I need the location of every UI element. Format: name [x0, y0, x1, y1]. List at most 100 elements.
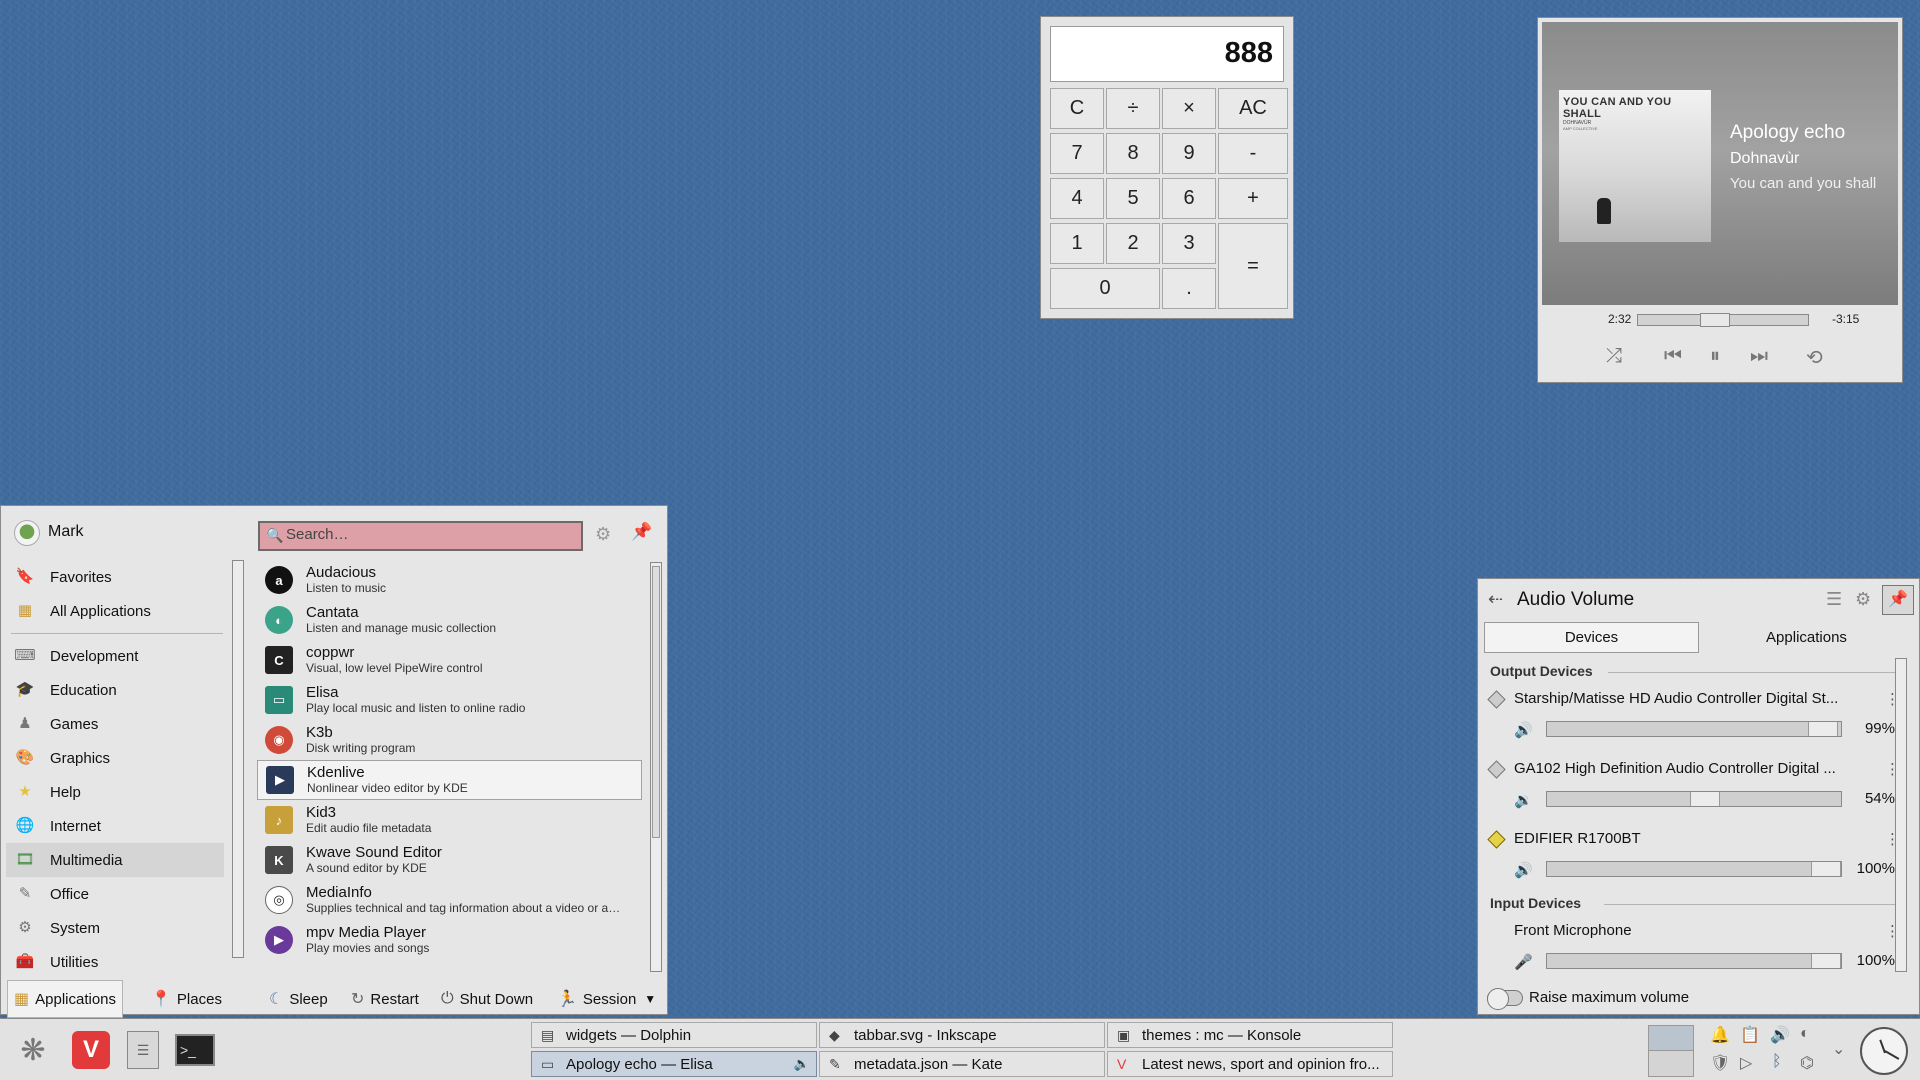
night-color-icon[interactable]: ◐ — [1800, 1025, 1810, 1043]
app-item-audacious[interactable]: a Audacious Listen to music — [257, 560, 642, 600]
calc-key-9[interactable]: 9 — [1162, 133, 1216, 174]
hamburger-menu-icon[interactable]: ☰ — [1826, 589, 1842, 610]
volume-slider[interactable] — [1546, 861, 1842, 877]
network-icon[interactable]: ⌬ — [1800, 1053, 1814, 1073]
category-graphics[interactable]: 🎨 Graphics — [6, 741, 224, 775]
app-item-mediainfo[interactable]: ◎ MediaInfo Supplies technical and tag in… — [257, 880, 642, 920]
raise-max-volume-toggle[interactable] — [1487, 988, 1523, 1010]
volume-slider[interactable] — [1546, 791, 1842, 807]
calc-key-clear[interactable]: C — [1050, 88, 1104, 129]
restart-button[interactable]: ↻ Restart — [345, 980, 425, 1018]
app-item-kid3[interactable]: ♪ Kid3 Edit audio file metadata — [257, 800, 642, 840]
calc-key-multiply[interactable]: × — [1162, 88, 1216, 129]
terminal-launcher[interactable]: >_ — [174, 1028, 216, 1072]
repeat-icon[interactable]: ⟲ — [1806, 345, 1823, 370]
scrollbar-thumb[interactable] — [652, 566, 660, 838]
volume-icon[interactable]: 🔊 — [1770, 1025, 1790, 1045]
progress-handle[interactable] — [1700, 313, 1730, 327]
clipboard-icon[interactable]: 📋 — [1740, 1025, 1760, 1045]
applications-tab[interactable]: ▦ Applications — [7, 980, 124, 1018]
device-default-icon[interactable] — [1487, 760, 1506, 779]
pin-icon[interactable]: 📌 — [631, 522, 652, 542]
tab-applications[interactable]: Applications — [1699, 622, 1914, 653]
vivaldi-launcher[interactable]: V — [70, 1028, 112, 1072]
app-launcher-button[interactable]: ❋ — [12, 1028, 54, 1072]
calc-key-7[interactable]: 7 — [1050, 133, 1104, 174]
pause-icon[interactable]: ⏸ — [1710, 345, 1720, 368]
speaker-icon[interactable]: 🔊 — [1514, 861, 1533, 879]
category-multimedia[interactable]: 🎞 Multimedia — [6, 843, 224, 877]
calc-key-equals[interactable]: = — [1218, 223, 1288, 309]
back-arrow-icon[interactable]: ⇠ — [1488, 589, 1503, 610]
calc-key-6[interactable]: 6 — [1162, 178, 1216, 219]
category-games[interactable]: ♟ Games — [6, 707, 224, 741]
calc-key-8[interactable]: 8 — [1106, 133, 1160, 174]
task-inkscape[interactable]: ◆ tabbar.svg - Inkscape — [819, 1022, 1105, 1048]
category-internet[interactable]: 🌐 Internet — [6, 809, 224, 843]
notification-bell-icon[interactable]: 🔔 — [1710, 1025, 1730, 1045]
sleep-button[interactable]: ☾ Sleep — [263, 980, 334, 1018]
search-box[interactable]: 🔍 — [258, 521, 583, 551]
category-utilities[interactable]: 🧰 Utilities — [6, 945, 224, 979]
pin-button[interactable]: 📌 — [1882, 585, 1914, 615]
application-scrollbar[interactable] — [650, 562, 662, 972]
volume-handle[interactable] — [1811, 954, 1841, 968]
volume-slider[interactable] — [1546, 953, 1842, 969]
calc-key-0[interactable]: 0 — [1050, 268, 1160, 309]
app-item-coppwr[interactable]: C coppwr Visual, low level PipeWire contr… — [257, 640, 642, 680]
category-help[interactable]: ★ Help — [6, 775, 224, 809]
calc-key-1[interactable]: 1 — [1050, 223, 1104, 264]
task-elisa[interactable]: ▭ Apology echo — Elisa 🔈 — [531, 1051, 817, 1077]
shutdown-button[interactable]: ⏻ Shut Down — [435, 980, 539, 1018]
volume-handle[interactable] — [1811, 862, 1841, 876]
task-kate[interactable]: ✎ metadata.json — Kate — [819, 1051, 1105, 1077]
bluetooth-icon[interactable]: ᛒ — [1772, 1053, 1782, 1071]
app-item-kdenlive[interactable]: ▶ Kdenlive Nonlinear video editor by KDE — [257, 760, 642, 800]
shuffle-icon[interactable]: ⤮ — [1606, 345, 1622, 368]
next-track-icon[interactable]: ⏭ — [1750, 345, 1768, 368]
microphone-icon[interactable]: 🎤 — [1514, 953, 1533, 971]
desktop-2[interactable] — [1649, 1051, 1693, 1076]
speaker-icon[interactable]: 🔊 — [1514, 721, 1533, 739]
app-item-elisa[interactable]: ▭ Elisa Play local music and listen to on… — [257, 680, 642, 720]
audio-playing-icon[interactable]: 🔈 — [794, 1056, 810, 1072]
places-tab[interactable]: 📍 Places — [145, 980, 228, 1018]
calc-key-decimal[interactable]: . — [1162, 268, 1216, 309]
volume-handle[interactable] — [1808, 722, 1838, 736]
file-manager-launcher[interactable]: ☰ — [122, 1028, 164, 1072]
device-default-icon[interactable] — [1487, 830, 1506, 849]
speaker-icon[interactable]: 🔉 — [1514, 791, 1533, 809]
calc-key-5[interactable]: 5 — [1106, 178, 1160, 219]
calc-key-2[interactable]: 2 — [1106, 223, 1160, 264]
category-office[interactable]: ✎ Office — [6, 877, 224, 911]
category-system[interactable]: ⚙ System — [6, 911, 224, 945]
category-education[interactable]: 🎓 Education — [6, 673, 224, 707]
previous-track-icon[interactable]: ⏮ — [1664, 345, 1682, 368]
task-dolphin[interactable]: ▤ widgets — Dolphin — [531, 1022, 817, 1048]
category-all-applications[interactable]: ▦ All Applications — [6, 594, 224, 628]
calc-key-3[interactable]: 3 — [1162, 223, 1216, 264]
category-development[interactable]: ⌨ Development — [6, 639, 224, 673]
calc-key-4[interactable]: 4 — [1050, 178, 1104, 219]
gear-icon[interactable]: ⚙ — [595, 524, 611, 545]
task-vivaldi[interactable]: V Latest news, sport and opinion fro... — [1107, 1051, 1393, 1077]
app-item-cantata[interactable]: ◐ Cantata Listen and manage music collect… — [257, 600, 642, 640]
category-scrollbar[interactable] — [232, 560, 244, 958]
category-favorites[interactable]: 🔖 Favorites — [6, 560, 224, 594]
calc-key-all-clear[interactable]: AC — [1218, 88, 1288, 129]
audio-volume-scrollbar[interactable] — [1895, 658, 1907, 972]
search-input[interactable] — [286, 526, 576, 543]
app-item-k3b[interactable]: ◉ K3b Disk writing program — [257, 720, 642, 760]
desktop-pager[interactable] — [1648, 1025, 1694, 1077]
progress-slider[interactable] — [1637, 313, 1809, 327]
analog-clock[interactable] — [1860, 1027, 1908, 1075]
media-play-icon[interactable]: ▷ — [1740, 1053, 1752, 1073]
tab-devices[interactable]: Devices — [1484, 622, 1699, 653]
desktop-1[interactable] — [1649, 1026, 1693, 1051]
calc-key-divide[interactable]: ÷ — [1106, 88, 1160, 129]
gear-icon[interactable]: ⚙ — [1855, 589, 1871, 610]
calc-key-minus[interactable]: - — [1218, 133, 1288, 174]
avatar[interactable] — [14, 520, 40, 546]
shield-icon[interactable]: 🛡 — [1710, 1053, 1730, 1073]
task-konsole[interactable]: ▣ themes : mc — Konsole — [1107, 1022, 1393, 1048]
